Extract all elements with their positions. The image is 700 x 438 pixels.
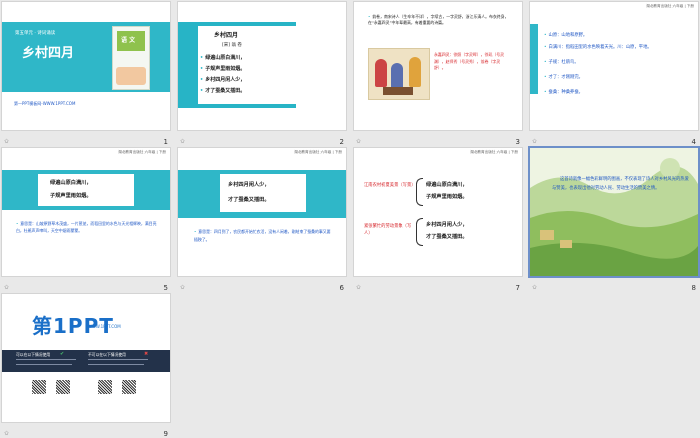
textbook-cover-image: 语 文 bbox=[112, 26, 150, 90]
poem-line: 绿遍山原白满川， bbox=[426, 182, 468, 188]
poem-line: 子规声里雨如烟。 bbox=[200, 65, 245, 72]
star-icon: ✩ bbox=[4, 284, 10, 291]
slide-header: 湖北教育出版社 六年级 | 下册 bbox=[646, 4, 694, 8]
slide-canvas: 湖北教育出版社 六年级 | 下册 绿遍山原白满川， 子规声里雨如烟。 意思是：山… bbox=[2, 148, 170, 276]
poem-author: [宋] 翁 卷 bbox=[222, 43, 242, 48]
poem-line: 绿遍山原白满川， bbox=[200, 54, 245, 61]
slide-header: 湖北教育出版社 六年级 | 下册 bbox=[470, 150, 518, 154]
slide-thumbnail-2[interactable]: 乡村四月 [宋] 翁 卷 绿遍山原白满川， 子规声里雨如烟。 乡村四月闲人少， … bbox=[178, 2, 346, 146]
star-icon: ✩ bbox=[532, 284, 538, 291]
slide-number: 9 bbox=[163, 430, 168, 438]
poem-line: 乡村四月闲人少， bbox=[200, 76, 245, 83]
meaning-text: 意思是：山坡原野草木茂盛，一片葱茏，而稻田里的水色与天光相辉映，满目亮白，杜鹃声… bbox=[16, 220, 160, 234]
slide-canvas: 第1PPT WWW.1PPT.COM 可以在以下情况使用 ✔ 不可以在以下情况使… bbox=[2, 294, 170, 422]
slide-header: 湖北教育出版社 六年级 | 下册 bbox=[294, 150, 342, 154]
slide-canvas: 乡村四月 [宋] 翁 卷 绿遍山原白满川， 子规声里雨如烟。 乡村四月闲人少， … bbox=[178, 2, 346, 130]
star-icon: ✩ bbox=[356, 284, 362, 291]
slide-number: 6 bbox=[339, 284, 344, 292]
term-item: 才了：才刚刚完。 bbox=[544, 74, 583, 80]
star-icon: ✩ bbox=[180, 284, 186, 291]
star-icon: ✩ bbox=[356, 138, 362, 145]
author-intro: 翁卷，南宋诗人（生卒年不详），字续古，一字灵舒，浙江乐清人。布衣终身，在“永嘉四… bbox=[368, 14, 510, 27]
slide-number: 2 bbox=[339, 138, 344, 146]
website-url: 第一PPT模板网-WWW.1PPT.COM bbox=[14, 101, 76, 106]
side-band bbox=[530, 24, 538, 94]
star-icon: ✩ bbox=[532, 138, 538, 145]
disallowed-heading: 不可以在以下情况使用 bbox=[88, 352, 126, 357]
poets-illustration bbox=[368, 48, 430, 100]
slide-thumbnail-4[interactable]: 湖北教育出版社 六年级 | 下册 山原：山地和原野。 白满川：指稻田里的水色映着… bbox=[530, 2, 698, 146]
summary-text: 这首诗就像一幅色彩鲜明的图画，不仅表现了诗人对乡村风光的热爱与赞美，也表现出他对… bbox=[552, 177, 689, 191]
slide-thumbnail-7[interactable]: 湖北教育出版社 六年级 | 下册 江南农村初夏美景（写景） 紧张繁忙的劳动景象（… bbox=[354, 148, 522, 292]
slide-header: 湖北教育出版社 六年级 | 下册 bbox=[118, 150, 166, 154]
slide-thumbnail-3[interactable]: 翁卷，南宋诗人（生卒年不详），字续古，一字灵舒，浙江乐清人。布衣终身，在“永嘉四… bbox=[354, 2, 522, 146]
star-icon: ✩ bbox=[4, 430, 10, 437]
slide-thumbnail-5[interactable]: 湖北教育出版社 六年级 | 下册 绿遍山原白满川， 子规声里雨如烟。 意思是：山… bbox=[2, 148, 170, 292]
landscape-illustration bbox=[530, 148, 698, 276]
poem-line: 乡村四月闲人少， bbox=[426, 222, 468, 228]
slide-thumbnail-1[interactable]: 第五单元 · 诗词诵读 乡村四月 语 文 第一PPT模板网-WWW.1PPT.C… bbox=[2, 2, 170, 146]
poem-title: 乡村四月 bbox=[214, 32, 239, 39]
slide-number: 4 bbox=[691, 138, 696, 146]
four-poets-note: 永嘉四灵：徐照（字灵晖），徐玑（号灵渊），赵师秀（号灵秀），翁卷（字灵舒）。 bbox=[434, 52, 505, 71]
brace-icon bbox=[416, 178, 423, 206]
check-icon: ✔ bbox=[60, 351, 65, 357]
term-item: 子规：杜鹃鸟。 bbox=[544, 59, 579, 65]
slide-thumbnail-8[interactable]: 这首诗就像一幅色彩鲜明的图画，不仅表现了诗人对乡村风光的热爱与赞美，也表现出他对… bbox=[530, 148, 698, 292]
slide-number: 8 bbox=[691, 284, 696, 292]
term-item: 蚕桑：种桑养蚕。 bbox=[544, 89, 583, 95]
slide-canvas: 湖北教育出版社 六年级 | 下册 山原：山地和原野。 白满川：指稻田里的水色映着… bbox=[530, 2, 698, 130]
slide-canvas: 湖北教育出版社 六年级 | 下册 江南农村初夏美景（写景） 紧张繁忙的劳动景象（… bbox=[354, 148, 522, 276]
poem-line: 乡村四月闲人少， bbox=[228, 182, 270, 188]
allowed-heading: 可以在以下情况使用 bbox=[16, 352, 51, 357]
slide-number: 5 bbox=[163, 284, 168, 292]
labor-label: 紧张繁忙的劳动景象（写人） bbox=[364, 224, 412, 236]
qr-code-icon bbox=[98, 380, 112, 394]
slide-title: 乡村四月 bbox=[22, 46, 75, 61]
poem-line: 才了蚕桑又插田。 bbox=[200, 87, 245, 94]
slide-number: 7 bbox=[515, 284, 520, 292]
poem-line: 才了蚕桑又插田。 bbox=[426, 234, 468, 240]
slide-canvas: 第五单元 · 诗词诵读 乡村四月 语 文 第一PPT模板网-WWW.1PPT.C… bbox=[2, 2, 170, 130]
poem-line: 绿遍山原白满川， bbox=[50, 180, 92, 186]
poem-line: 子规声里雨如烟。 bbox=[426, 194, 468, 200]
star-icon: ✩ bbox=[4, 138, 10, 145]
slide-number: 3 bbox=[515, 138, 520, 146]
poem-line: 子规声里雨如烟。 bbox=[50, 193, 92, 199]
slide-thumbnail-9[interactable]: 第1PPT WWW.1PPT.COM 可以在以下情况使用 ✔ 不可以在以下情况使… bbox=[2, 294, 170, 438]
qr-code-icon bbox=[56, 380, 70, 394]
slide-canvas: 这首诗就像一幅色彩鲜明的图画，不仅表现了诗人对乡村风光的热爱与赞美，也表现出他对… bbox=[530, 148, 698, 276]
term-item: 山原：山地和原野。 bbox=[544, 32, 588, 38]
slide-canvas: 湖北教育出版社 六年级 | 下册 乡村四月闲人少， 才了蚕桑又插田。 意思是：四… bbox=[178, 148, 346, 276]
slide-thumbnail-6[interactable]: 湖北教育出版社 六年级 | 下册 乡村四月闲人少， 才了蚕桑又插田。 意思是：四… bbox=[178, 148, 346, 292]
qr-code-icon bbox=[32, 380, 46, 394]
slide-number: 1 bbox=[163, 138, 168, 146]
qr-code-icon bbox=[122, 380, 136, 394]
unit-tag: 第五单元 · 诗词诵读 bbox=[15, 31, 56, 36]
poem-line: 才了蚕桑又插田。 bbox=[228, 197, 270, 203]
brand-url: WWW.1PPT.COM bbox=[88, 324, 121, 329]
brace-icon bbox=[416, 218, 423, 246]
slide-canvas: 翁卷，南宋诗人（生卒年不详），字续古，一字灵舒，浙江乐清人。布衣终身，在“永嘉四… bbox=[354, 2, 522, 130]
star-icon: ✩ bbox=[180, 138, 186, 145]
scene-label: 江南农村初夏美景（写景） bbox=[364, 183, 416, 188]
meaning-text: 意思是：四月到了，农民都开始忙农活，没有人闲着，刚结束了蚕桑的事又要插秧了。 bbox=[194, 228, 334, 243]
cross-icon: ✖ bbox=[144, 351, 149, 357]
term-item: 白满川：指稻田里的水色映着天光。川：山原，平地。 bbox=[544, 44, 652, 50]
